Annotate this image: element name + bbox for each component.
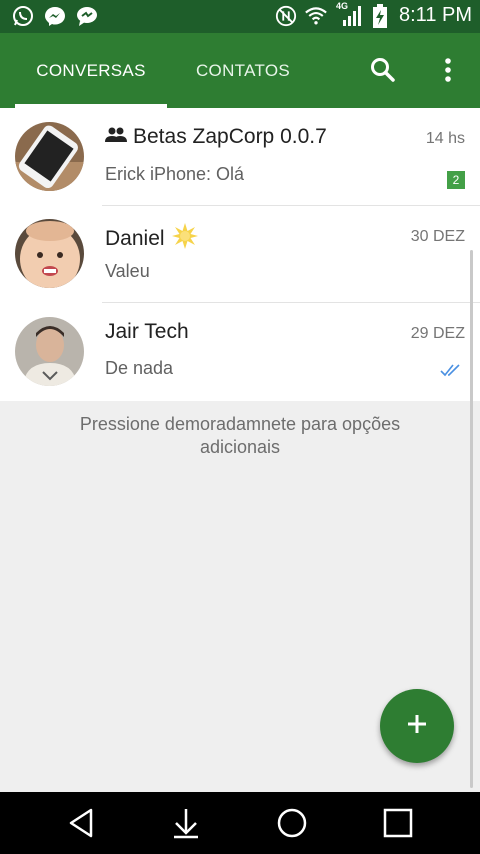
plus-icon bbox=[406, 713, 428, 740]
avatar[interactable] bbox=[15, 317, 84, 386]
chat-row[interactable]: Daniel 30 DEZ Valeu bbox=[0, 206, 480, 303]
chat-name: Betas ZapCorp 0.0.7 bbox=[105, 125, 327, 149]
chat-time: 29 DEZ bbox=[410, 325, 465, 342]
double-check-icon bbox=[440, 363, 462, 382]
chat-time: 14 hs bbox=[425, 130, 465, 147]
app-bar: CONVERSAS CONTATOS bbox=[0, 33, 480, 108]
tab-conversas-label: CONVERSAS bbox=[36, 60, 146, 80]
chat-preview: De nada bbox=[105, 358, 174, 378]
tab-conversas[interactable]: CONVERSAS bbox=[15, 33, 167, 108]
avatar[interactable] bbox=[15, 122, 84, 191]
back-icon[interactable] bbox=[58, 800, 104, 846]
network-label: 4G bbox=[336, 0, 349, 11]
status-bar: 4G 8:11 PM bbox=[0, 0, 480, 33]
chat-row[interactable]: Betas ZapCorp 0.0.7 14 hs Erick iPhone: … bbox=[0, 108, 480, 205]
battery-charging-icon bbox=[369, 3, 391, 28]
more-vert-icon[interactable] bbox=[431, 53, 465, 87]
notification-pull-icon[interactable] bbox=[163, 800, 209, 846]
group-icon bbox=[105, 125, 127, 149]
hint-text: Pressione demoradamnete para opções adic… bbox=[79, 414, 401, 457]
recents-icon[interactable] bbox=[375, 800, 421, 846]
chat-name: Jair Tech bbox=[105, 320, 189, 344]
search-icon[interactable] bbox=[366, 53, 400, 87]
chat-time: 30 DEZ bbox=[410, 228, 465, 245]
chat-title: Jair Tech bbox=[105, 320, 189, 343]
status-time: 8:11 PM bbox=[399, 4, 472, 26]
home-icon[interactable] bbox=[269, 800, 315, 846]
scrollbar[interactable] bbox=[470, 250, 473, 788]
wifi-icon bbox=[305, 5, 327, 27]
chat-bubble-icon bbox=[76, 5, 98, 27]
chat-list: Betas ZapCorp 0.0.7 14 hs Erick iPhone: … bbox=[0, 108, 480, 401]
signal-icon: 4G bbox=[335, 1, 361, 27]
whatsapp-icon bbox=[12, 5, 34, 27]
messenger-icon bbox=[44, 5, 66, 27]
tab-contatos-label: CONTATOS bbox=[195, 60, 290, 80]
unread-badge: 2 bbox=[447, 171, 465, 189]
chat-title: Betas ZapCorp 0.0.7 bbox=[133, 125, 327, 148]
system-nav-bar bbox=[0, 792, 480, 854]
new-chat-button[interactable] bbox=[380, 689, 454, 763]
chat-preview: Valeu bbox=[105, 261, 150, 281]
chat-title: Daniel bbox=[105, 227, 165, 250]
chat-name: Daniel bbox=[105, 222, 199, 256]
mute-icon bbox=[275, 5, 297, 27]
avatar[interactable] bbox=[15, 219, 84, 288]
sparkle-emoji-icon bbox=[171, 222, 199, 256]
chat-preview: Erick iPhone: Olá bbox=[105, 164, 245, 184]
chat-row[interactable]: Jair Tech 29 DEZ De nada bbox=[0, 303, 480, 400]
tab-contatos[interactable]: CONTATOS bbox=[167, 33, 319, 108]
